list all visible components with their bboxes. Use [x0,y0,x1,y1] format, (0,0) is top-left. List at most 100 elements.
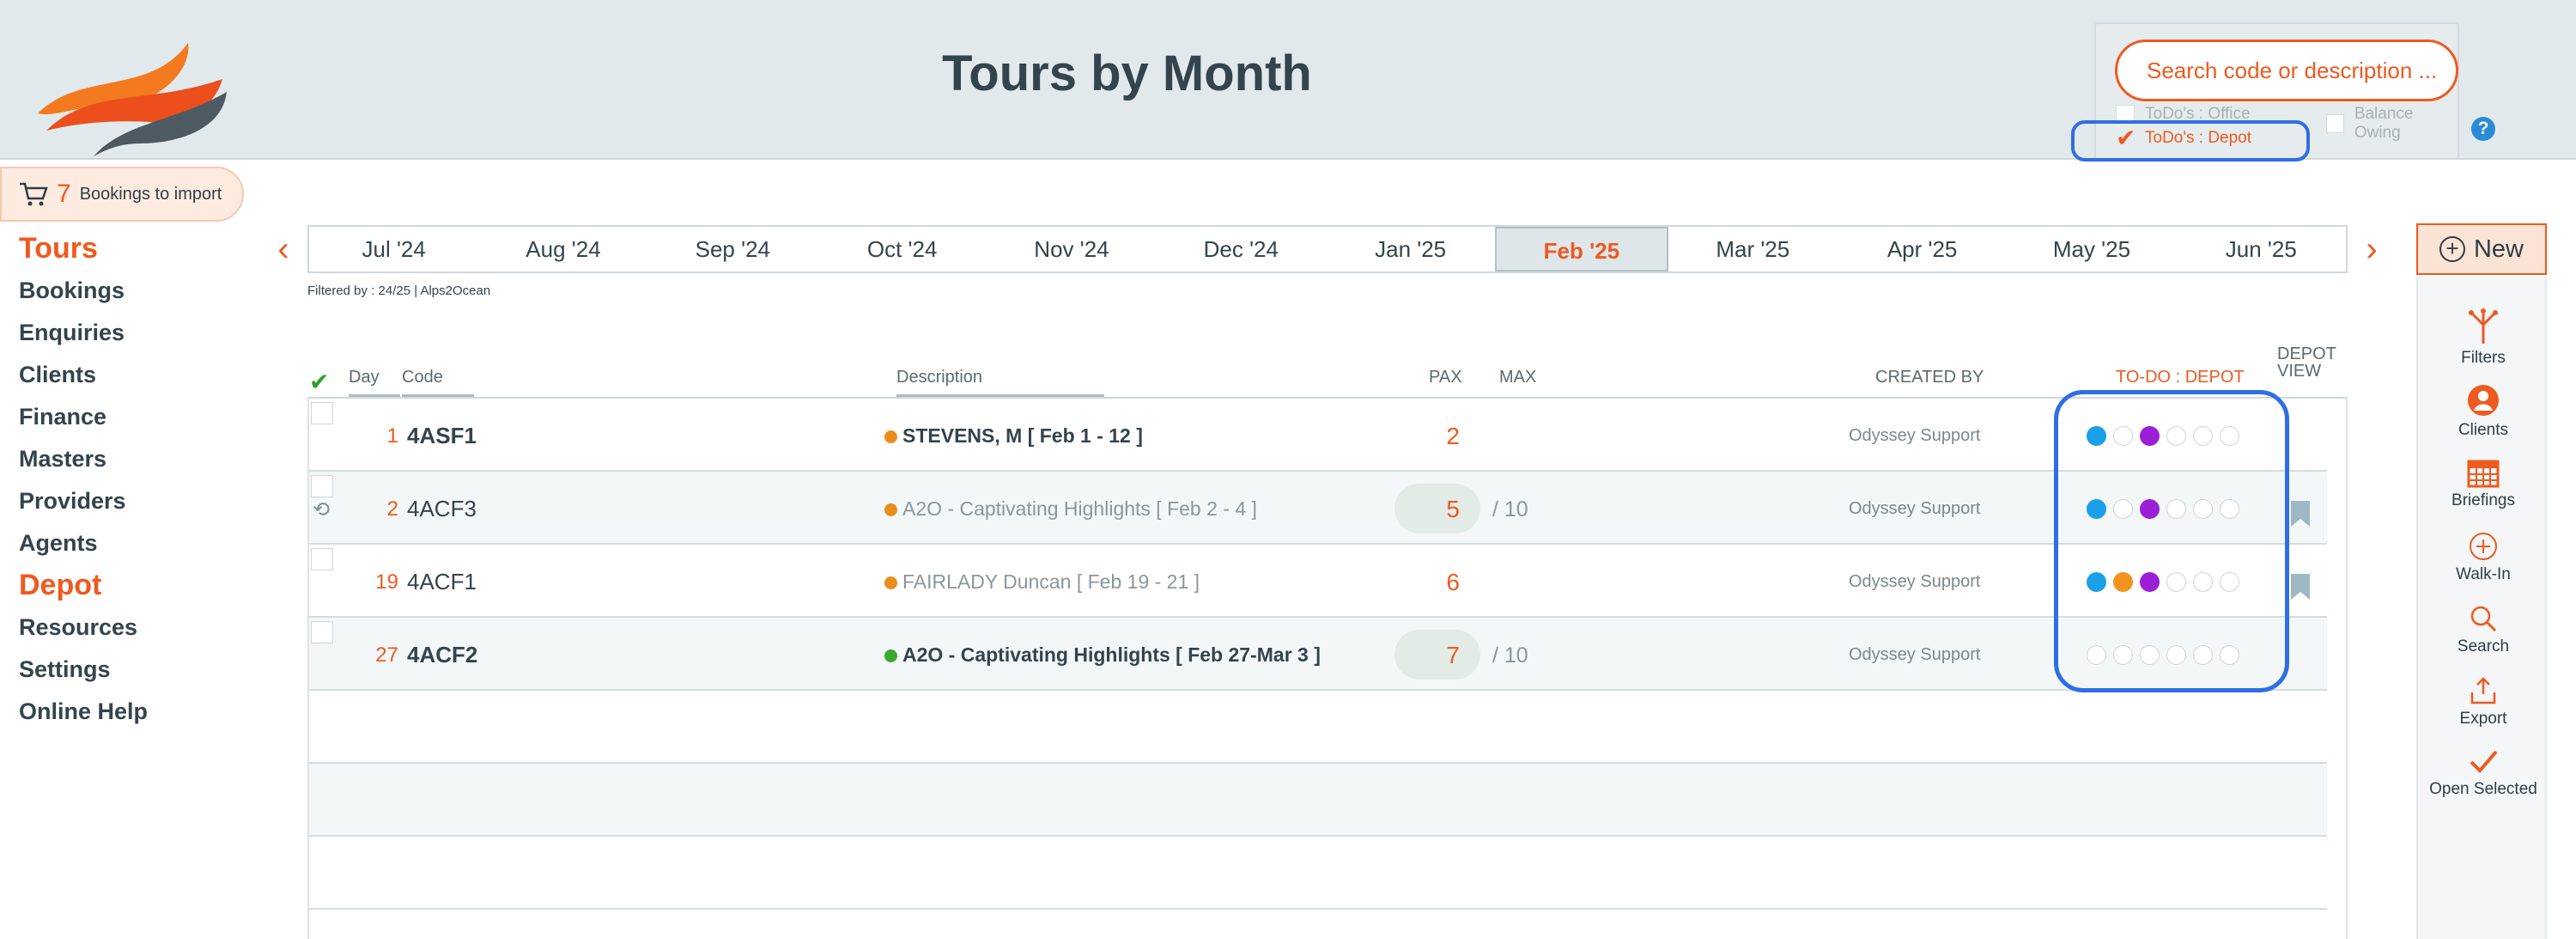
table-row[interactable]: ⟲ 2 4ACF3 A2O - Captivating Highlights [ Fe… [309,472,2327,545]
sidebar-item-clients[interactable]: Clients [19,357,242,399]
status-dot [884,576,897,589]
row-max: / 10 [1492,643,1528,668]
clients-label: Clients [2458,421,2509,439]
header: Tours by Month ToDo's : Office Balance O… [0,0,2576,162]
sidebar-item-bookings[interactable]: Bookings [19,272,242,314]
row-checkbox[interactable] [311,548,333,570]
tab-month[interactable]: Apr '25 [1838,227,2007,271]
sidebar-item-settings[interactable]: Settings [19,651,242,693]
select-all-checkmark-icon[interactable]: ✔ [309,368,329,396]
tab-month[interactable]: Jul '24 [309,227,478,271]
page-title: Tours by Month [942,46,1312,101]
month-tabs: Jul '24 Aug '24 Sep '24 Oct '24 Nov '24 … [307,225,2348,273]
tab-month[interactable]: Dec '24 [1157,227,1326,271]
export-button[interactable]: Export [2418,675,2549,729]
tab-month[interactable]: Sep '24 [648,227,817,271]
column-header-max: MAX [1499,368,1537,387]
open-selected-button[interactable]: Open Selected [2418,747,2549,799]
sidebar-item-masters[interactable]: Masters [19,441,242,483]
tab-month[interactable]: Jan '25 [1326,227,1495,271]
open-selected-label: Open Selected [2429,780,2537,798]
table-row[interactable]: 1 4ASF1 STEVENS, M [ Feb 1 - 12 ] 2 Odyssey … [309,399,2327,472]
row-checkbox[interactable] [311,621,333,643]
tab-month[interactable]: Jun '25 [2177,227,2346,271]
new-button-label: New [2473,235,2524,263]
table-row[interactable]: 27 4ACF2 A2O - Captivating Highlights [ Fe… [309,618,2327,691]
empty-row [309,764,2327,837]
row-max: / 10 [1492,497,1528,521]
shopping-cart-icon [20,182,48,206]
sidebar-item-resources[interactable]: Resources [19,609,242,651]
new-button[interactable]: + New [2416,223,2547,275]
history-icon[interactable]: ⟲ [313,497,330,522]
sidebar-item-providers[interactable]: Providers [19,483,242,525]
clients-icon [2468,385,2499,416]
filters-button[interactable]: Filters [2418,308,2549,368]
row-description[interactable]: STEVENS, M [ Feb 1 - 12 ] [884,424,1143,448]
column-header-pax: PAX [1429,368,1462,387]
import-label: Bookings to import [79,184,222,204]
column-header-description[interactable]: Description [896,368,1104,397]
bookmark-icon[interactable] [2291,501,2310,527]
calendar-icon [2467,460,2500,488]
depot-view-line-1: DEPOT [2277,345,2336,363]
sidebar-item-depot[interactable]: Depot [19,567,242,609]
row-description-text: A2O - Captivating Highlights [ Feb 27-Ma… [902,643,1321,666]
tab-month-active[interactable]: Feb '25 [1495,227,1668,271]
sidebar-item-finance[interactable]: Finance [19,399,242,441]
row-code[interactable]: 4ACF3 [407,496,477,522]
bookings-to-import-button[interactable]: 7 Bookings to import [0,167,244,222]
help-icon[interactable]: ? [2471,117,2495,141]
row-created-by: Odyssey Support [1849,572,1981,591]
status-dot [884,503,897,516]
clients-button[interactable]: Clients [2418,383,2549,440]
walk-in-button[interactable]: Walk-In [2418,531,2549,584]
search-input[interactable] [2115,40,2458,101]
plus-circle-icon: + [2439,236,2465,262]
row-description[interactable]: A2O - Captivating Highlights [ Feb 27-Ma… [884,643,1321,667]
tab-month[interactable]: Aug '24 [478,227,647,271]
row-code[interactable]: 4ASF1 [407,423,477,449]
pax-badge [1394,630,1480,680]
balance-owing-checkbox[interactable]: Balance Owing [2326,105,2458,143]
column-header-code[interactable]: Code [402,368,474,397]
balance-owing-label: Balance Owing [2354,105,2414,142]
row-description[interactable]: A2O - Captivating Highlights [ Feb 2 - 4… [884,497,1257,521]
row-code[interactable]: 4ACF2 [407,642,477,668]
tab-month[interactable]: Nov '24 [987,227,1156,271]
sidebar-item-agents[interactable]: Agents [19,525,242,567]
tab-month[interactable]: Mar '25 [1668,227,1838,271]
depot-view-line-2: VIEW [2277,362,2322,381]
row-pax: 6 [1446,569,1460,595]
row-code[interactable]: 4ACF1 [407,569,477,595]
sidebar-item-enquiries[interactable]: Enquiries [19,314,242,357]
sidebar-nav: Tours Bookings Enquiries Clients Finance… [19,230,242,735]
pax-badge [1394,484,1480,534]
export-icon [2470,677,2496,704]
table-row[interactable]: 19 4ACF1 FAIRLADY Duncan [ Feb 19 - 21 ] 6 O… [309,545,2327,618]
row-checkbox[interactable] [311,402,333,424]
tab-month[interactable]: Oct '24 [817,227,987,271]
column-header-created-by: CREATED BY [1875,368,1984,387]
chevron-right-icon[interactable]: › [2354,232,2389,266]
checkbox-box[interactable] [2326,114,2344,133]
todo-depot-column-highlight-annotation [2054,390,2289,692]
briefings-label: Briefings [2451,491,2515,509]
sidebar-item-tours[interactable]: Tours [19,230,242,272]
todo-depot-highlight-annotation [2071,120,2310,162]
search-icon [2470,606,2497,632]
search-button[interactable]: Search [2418,603,2549,656]
briefings-button[interactable]: Briefings [2418,457,2549,510]
row-created-by: Odyssey Support [1849,426,1981,445]
row-checkbox[interactable] [311,475,333,497]
row-pax: 7 [1446,642,1460,668]
row-created-by: Odyssey Support [1849,499,1981,518]
bookmark-icon[interactable] [2291,574,2310,600]
tab-month[interactable]: May '25 [2007,227,2176,271]
search-label: Search [2457,637,2510,655]
row-description[interactable]: FAIRLADY Duncan [ Feb 19 - 21 ] [884,570,1200,594]
column-header-day[interactable]: Day [349,368,400,397]
row-description-text: STEVENS, M [ Feb 1 - 12 ] [902,424,1143,447]
sidebar-item-online-help[interactable]: Online Help [19,693,242,735]
chevron-left-icon[interactable]: ‹ [266,232,301,266]
